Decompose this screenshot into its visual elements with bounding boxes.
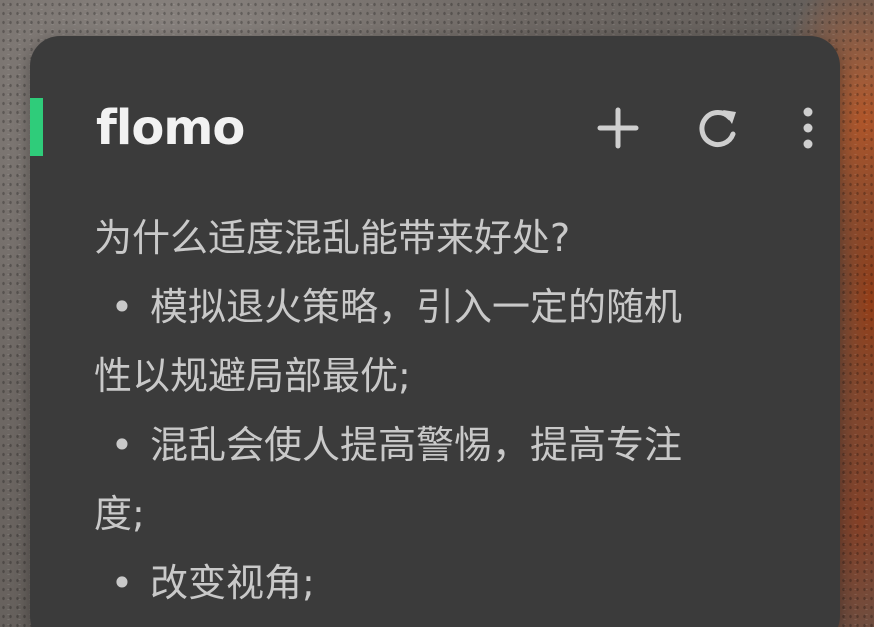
memo-line-text: 模拟退火策略，引入一定的随机: [150, 285, 683, 329]
refresh-icon: [699, 110, 736, 148]
bullet-marker: •: [110, 561, 134, 605]
memo-line: 性以规避局部最优;: [94, 342, 814, 411]
widget-toolbar: [520, 100, 840, 156]
more-options-button[interactable]: [780, 100, 836, 156]
memo-line: 为什么适度混乱能带来好处?: [94, 204, 814, 273]
memo-line: • 模拟退火策略，引入一定的随机: [94, 273, 814, 342]
more-vertical-icon: [803, 107, 813, 149]
refresh-button[interactable]: [690, 100, 746, 156]
memo-line-text: 为什么适度混乱能带来好处?: [94, 216, 571, 260]
memo-line-text: 改变视角;: [150, 561, 315, 605]
memo-line: • 混乱会使人提高警惕，提高专注: [94, 411, 814, 480]
bullet-marker: •: [110, 285, 134, 329]
memo-line-text: 混乱会使人提高警惕，提高专注: [150, 423, 683, 467]
accent-bar: [30, 98, 43, 156]
flomo-widget-card[interactable]: flomo 为什么适度混乱能带来好处? • 模拟退火策略，引入一定的随机 性以规…: [30, 36, 840, 627]
bullet-marker: •: [110, 423, 134, 467]
memo-line: 度;: [94, 480, 814, 549]
add-memo-button[interactable]: [590, 100, 646, 156]
plus-icon: [597, 107, 639, 149]
memo-line-text: 性以规避局部最优;: [94, 354, 411, 398]
memo-line-text: 度;: [94, 492, 145, 536]
memo-content[interactable]: 为什么适度混乱能带来好处? • 模拟退火策略，引入一定的随机 性以规避局部最优; …: [94, 204, 814, 618]
app-title: flomo: [96, 100, 245, 156]
memo-line: • 改变视角;: [94, 549, 814, 618]
